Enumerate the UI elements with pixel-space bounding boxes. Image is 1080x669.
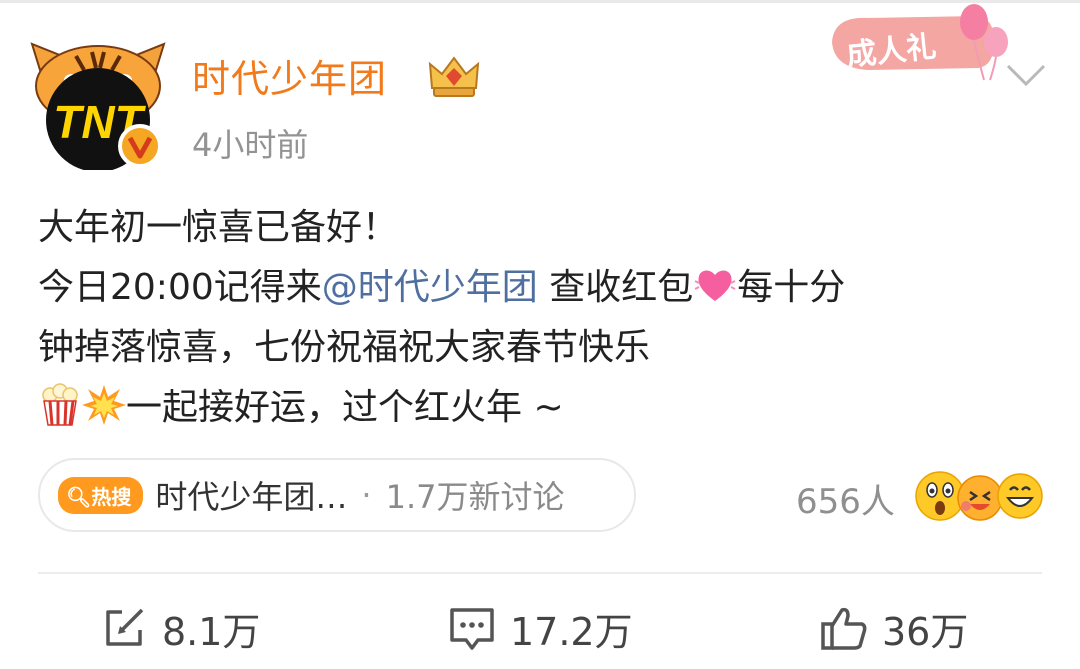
verified-badge-icon <box>118 124 162 168</box>
hot-search-title: 时代少年团… <box>155 478 348 516</box>
hot-search-card[interactable]: 🔍︎热搜 时代少年团… · 1.7万新讨论 <box>38 458 636 532</box>
post-line-2-middle: 查收红包 <box>537 267 694 308</box>
repost-count: 8.1万 <box>162 609 261 654</box>
comment-button[interactable]: 17.2万 <box>448 598 633 658</box>
surprised-face-icon <box>915 471 965 521</box>
post-line-2: 今日20:00记得来@时代少年团 查收红包 每十分 <box>38 258 1048 318</box>
post-time: 4小时前 <box>192 126 309 164</box>
crown-vip-icon[interactable] <box>426 54 482 98</box>
repost-button[interactable]: 8.1万 <box>100 598 260 658</box>
post-line-3: 钟掉落惊喜，七份祝福祝大家春节快乐 <box>38 327 651 368</box>
reaction-emojis[interactable] <box>914 468 1044 524</box>
action-divider <box>38 572 1042 574</box>
popcorn-icon <box>42 383 78 426</box>
ceremony-badge-label: 成人礼 <box>844 29 938 74</box>
thumbs-up-icon <box>821 607 867 650</box>
chevron-down-icon[interactable] <box>1004 60 1048 90</box>
like-button[interactable]: 36万 <box>820 598 968 658</box>
hot-search-separator: · <box>361 476 372 514</box>
laughing-face-icon <box>957 475 1003 521</box>
hot-search-tag: 🔍︎热搜 <box>58 476 144 514</box>
grinning-face-icon <box>997 473 1043 519</box>
post-line-1: 大年初一惊喜已备好！ <box>38 207 399 248</box>
author-name[interactable]: 时代少年团 <box>192 48 387 103</box>
reaction-count[interactable]: 656人 <box>796 474 895 523</box>
post-line-2-end: 每十分 <box>737 267 846 308</box>
hot-search-count: 1.7万新讨论 <box>385 478 565 516</box>
sparkling-heart-icon <box>694 270 736 301</box>
collision-icon <box>82 385 126 425</box>
hot-search-tag-label: 热搜 <box>91 484 132 509</box>
post-content: 大年初一惊喜已备好！ 今日20:00记得来@时代少年团 查收红包 每十分 钟掉落… <box>38 198 1048 438</box>
post-line-4: 一起接好运，过个红火年 ~ <box>38 378 1048 438</box>
repost-icon <box>106 608 144 646</box>
mention-link[interactable]: @时代少年团 <box>322 267 538 308</box>
search-icon: 🔍︎ <box>66 484 92 509</box>
post-line-4-text: 一起接好运，过个红火年 ~ <box>126 387 564 428</box>
comment-icon <box>450 608 494 650</box>
post-line-2-start: 今日20:00记得来 <box>38 267 322 308</box>
avatar[interactable]: TNT <box>28 40 168 170</box>
comment-count: 17.2万 <box>510 609 633 654</box>
like-count: 36万 <box>882 609 969 654</box>
